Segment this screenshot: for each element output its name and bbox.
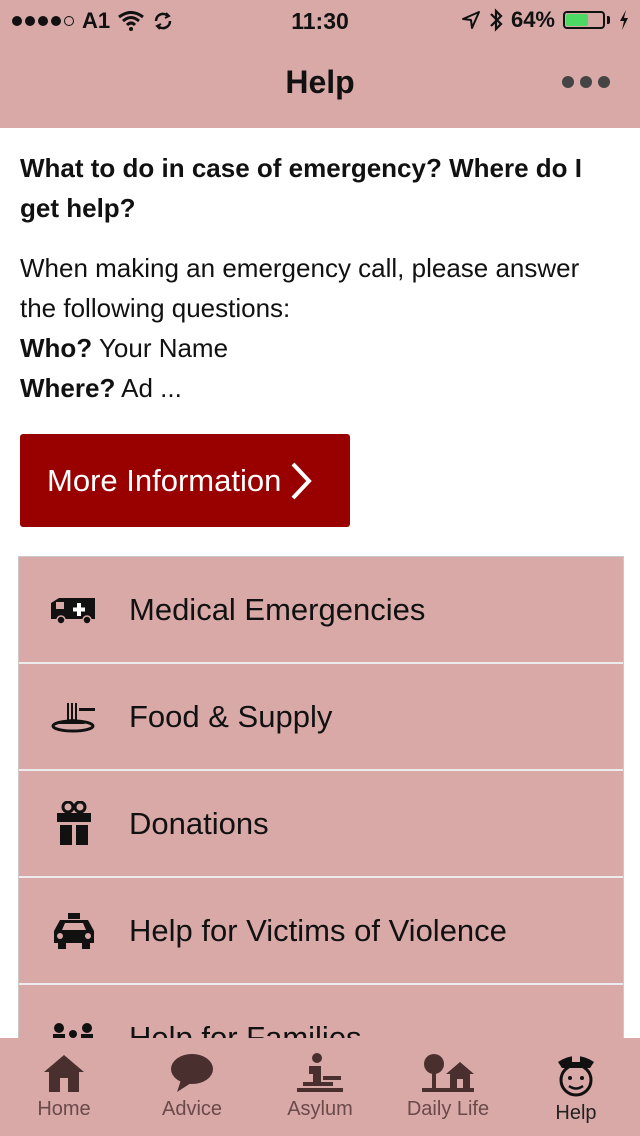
tab-daily-life[interactable]: Daily Life xyxy=(384,1038,512,1136)
list-item-label: Medical Emergencies xyxy=(129,591,426,627)
police-officer-icon xyxy=(558,1056,594,1097)
bluetooth-icon xyxy=(490,8,503,32)
home-icon xyxy=(44,1055,84,1092)
list-item-help-for-families[interactable]: Help for Families xyxy=(19,985,623,1038)
list-item-medical-emergencies[interactable]: Medical Emergencies xyxy=(19,557,623,664)
more-information-button[interactable]: More Information xyxy=(20,434,350,527)
tab-home[interactable]: Home xyxy=(0,1038,128,1136)
list-item-label: Help for Victims of Violence xyxy=(129,912,507,948)
charging-bolt-icon xyxy=(620,10,628,30)
police-car-icon xyxy=(54,912,94,949)
status-right: 64% xyxy=(461,7,630,33)
where-label: Where? xyxy=(20,373,116,403)
tab-asylum[interactable]: Asylum xyxy=(256,1038,384,1136)
list-item-label: Food & Supply xyxy=(129,698,333,734)
gift-icon xyxy=(57,800,91,845)
question-heading: What to do in case of emergency? Where d… xyxy=(20,153,582,223)
intro-text: When making an emergency call, please an… xyxy=(20,253,580,323)
more-dot-icon xyxy=(598,76,610,88)
battery-tip xyxy=(607,16,610,24)
more-options-button[interactable] xyxy=(562,76,610,88)
more-information-label: More Information xyxy=(47,462,282,498)
navigation-bar: Help xyxy=(0,40,640,128)
help-topics-list: Medical Emergencies Food & Supply Donati… xyxy=(18,556,624,1038)
list-item-food-supply[interactable]: Food & Supply xyxy=(19,664,623,771)
who-line: Who? Your Name xyxy=(20,328,620,368)
speech-bubble-icon xyxy=(171,1054,213,1092)
tab-bar: Home Advice Asylum Daily Life Help xyxy=(0,1038,640,1136)
tab-label: Help xyxy=(555,1102,597,1124)
tab-label: Daily Life xyxy=(406,1098,490,1120)
list-item-donations[interactable]: Donations xyxy=(19,771,623,878)
battery-percent: 64% xyxy=(510,7,555,32)
battery-icon xyxy=(563,11,605,29)
asylum-icon xyxy=(297,1053,343,1092)
more-dot-icon xyxy=(580,76,592,88)
tab-label: Home xyxy=(37,1098,91,1120)
location-arrow-icon xyxy=(461,11,480,29)
tab-label: Asylum xyxy=(287,1098,353,1120)
where-line: Where? Ad ... xyxy=(20,368,620,408)
more-dot-icon xyxy=(562,76,574,88)
list-item-victims-of-violence[interactable]: Help for Victims of Violence xyxy=(19,878,623,985)
list-item-label: Help for Families xyxy=(129,1019,362,1039)
list-item-label: Donations xyxy=(129,805,269,841)
status-bar: A1 11:30 64% xyxy=(0,0,640,40)
tab-help[interactable]: Help xyxy=(512,1038,640,1136)
where-value: Ad ... xyxy=(115,373,182,403)
content-area[interactable]: What to do in case of emergency? Where d… xyxy=(0,128,640,1038)
intro-text-block: When making an emergency call, please an… xyxy=(20,248,620,408)
chevron-right-icon xyxy=(291,462,313,499)
page-title: Help xyxy=(285,64,355,100)
who-value: Your Name xyxy=(92,333,229,363)
food-icon xyxy=(51,702,95,732)
daily-life-icon xyxy=(422,1054,474,1092)
tab-advice[interactable]: Advice xyxy=(128,1038,256,1136)
family-icon xyxy=(53,1022,93,1038)
tab-label: Advice xyxy=(161,1098,223,1120)
who-label: Who? xyxy=(20,333,93,363)
ambulance-icon xyxy=(51,597,95,625)
